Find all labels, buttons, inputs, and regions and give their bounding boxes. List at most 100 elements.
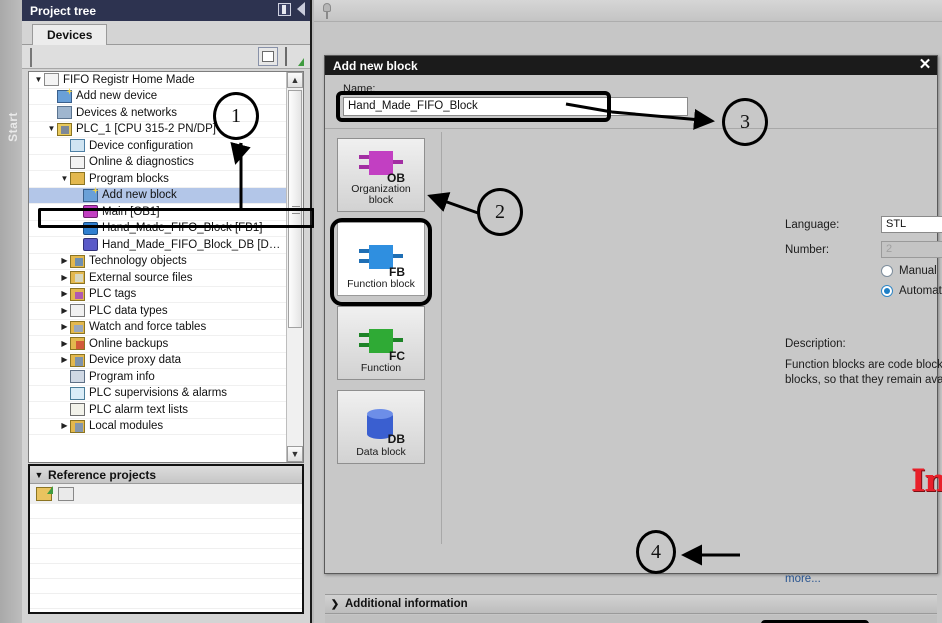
additional-information-bar[interactable]: ❯ Additional information xyxy=(325,594,937,614)
tree-item-plc-tags[interactable]: ▶ PLC tags xyxy=(29,287,286,303)
function-block-icon: FB xyxy=(358,241,405,279)
tree-item-label: PLC tags xyxy=(89,288,137,301)
overview-view-icon[interactable] xyxy=(285,47,304,66)
chevron-right-icon[interactable]: ▶ xyxy=(59,339,70,348)
split-pane-icon[interactable] xyxy=(278,2,291,16)
project-tree-panel: Project tree Devices ▼ FIFO Registr Home … xyxy=(22,0,315,623)
tree-item-device-configuration[interactable]: Device configuration xyxy=(29,138,286,155)
tree-item-label: Program info xyxy=(89,370,155,383)
chevron-right-icon[interactable]: ▶ xyxy=(59,306,70,315)
tree-item-device-proxy-data[interactable]: ▶ Device proxy data xyxy=(29,353,286,369)
chevron-right-icon[interactable]: ▶ xyxy=(59,323,70,331)
tree-item-fifo-registr-home-made[interactable]: ▼ FIFO Registr Home Made xyxy=(29,72,286,89)
plc-icon xyxy=(57,122,72,136)
plc-tags-icon xyxy=(70,287,85,301)
block-type-data-block[interactable]: DB Data block xyxy=(337,390,425,464)
project-tree-scrollbar[interactable]: ▲ ▼ xyxy=(286,72,303,462)
organization-block-icon: OB xyxy=(358,147,405,185)
tree-item-technology-objects[interactable]: ▶ Technology objects xyxy=(29,254,286,270)
tree-item-plc-supervisions-alarms[interactable]: PLC supervisions & alarms xyxy=(29,386,286,402)
tree-item-label: Online backups xyxy=(89,337,169,350)
tree-item-online-diagnostics[interactable]: Online & diagnostics xyxy=(29,155,286,171)
details-view-icon[interactable] xyxy=(258,47,278,66)
block-type-function-block[interactable]: FB Function block xyxy=(337,222,425,296)
device-proxy-icon xyxy=(70,353,85,367)
tree-item-main-ob1[interactable]: Main [OB1] xyxy=(29,204,286,221)
chevron-down-icon[interactable]: ▼ xyxy=(30,470,48,480)
tree-item-label: Add new block xyxy=(102,189,177,202)
project-tree-toolbar xyxy=(22,45,310,69)
tree-item-label: Program blocks xyxy=(89,172,169,185)
dialog-body: Name: Hand_Made_FIFO_Block OB Organizati… xyxy=(325,75,942,623)
start-tab-strip[interactable]: Start xyxy=(0,0,22,623)
open-reference-project-icon[interactable] xyxy=(36,486,53,501)
chevron-right-icon[interactable]: ▶ xyxy=(59,356,70,364)
tree-item-label: PLC alarm text lists xyxy=(89,403,189,416)
tree-item-label: PLC supervisions & alarms xyxy=(89,387,228,400)
undo-icon[interactable] xyxy=(58,487,74,501)
tree-item-watch-and-force-tables[interactable]: ▶ Watch and force tables xyxy=(29,320,286,336)
chevron-right-icon[interactable]: ▶ xyxy=(59,422,70,430)
tree-item-plc-alarm-text-lists[interactable]: PLC alarm text lists xyxy=(29,402,286,419)
description-label: Description: xyxy=(785,338,846,350)
close-icon[interactable]: ✕ xyxy=(917,57,933,73)
project-tree-title: Project tree xyxy=(30,3,97,18)
data-block-icon: DB xyxy=(361,409,405,446)
radio-automatic[interactable]: Automatic xyxy=(881,285,942,297)
tree-item-local-modules[interactable]: ▶ Local modules xyxy=(29,419,286,435)
tree-item-hand-made-fifo-block-db-db1[interactable]: Hand_Made_FIFO_Block_DB [DB1] xyxy=(29,237,286,254)
tree-item-label: Add new device xyxy=(76,90,158,103)
collapse-left-icon[interactable] xyxy=(297,2,305,16)
pin-icon[interactable] xyxy=(320,3,334,19)
tree-item-program-info[interactable]: Program info xyxy=(29,369,286,386)
list-item xyxy=(30,504,302,519)
ob-block-icon xyxy=(83,205,98,219)
dialog-titlebar: Add new block ✕ xyxy=(325,56,937,75)
scrollbar-thumb[interactable] xyxy=(288,90,302,328)
block-type-organization-block[interactable]: OB Organization block xyxy=(337,138,425,212)
tree-item-program-blocks[interactable]: ▼ Program blocks xyxy=(29,171,286,188)
new-overview-icon[interactable] xyxy=(30,48,46,67)
tree-item-online-backups[interactable]: ▶ Online backups xyxy=(29,336,286,353)
language-value: STL xyxy=(886,218,907,230)
more-link[interactable]: more... xyxy=(785,573,821,585)
ob-tag: OB xyxy=(387,171,405,185)
watermark: InstrumentationTools.com xyxy=(911,463,942,499)
number-stepper: 2 ▲▼ xyxy=(881,241,942,258)
chevron-down-icon[interactable]: ▼ xyxy=(33,75,44,84)
tree-item-external-source-files[interactable]: ▶ External source files xyxy=(29,270,286,287)
work-area: Add new block ✕ Name: Hand_Made_FIFO_Blo… xyxy=(314,0,942,623)
block-type-label: Function block xyxy=(347,278,415,290)
chevron-right-icon[interactable]: ❯ xyxy=(325,599,345,610)
chevron-down-icon[interactable]: ▼ xyxy=(59,174,70,183)
reference-projects-header[interactable]: ▼ Reference projects xyxy=(30,466,302,484)
scroll-up-icon[interactable]: ▲ xyxy=(287,72,303,88)
external-source-icon xyxy=(70,271,85,285)
tree-item-plc-data-types[interactable]: ▶ PLC data types xyxy=(29,303,286,320)
chevron-right-icon[interactable]: ▶ xyxy=(59,290,70,298)
tree-item-label: PLC_1 [CPU 315-2 PN/DP] xyxy=(76,123,216,136)
dialog-footer: Add new and open OK Cancel xyxy=(325,615,937,623)
additional-information-label: Additional information xyxy=(345,598,468,610)
chevron-right-icon[interactable]: ▶ xyxy=(59,273,70,282)
radio-automatic-icon[interactable] xyxy=(881,285,893,297)
radio-manual-icon[interactable] xyxy=(881,265,893,277)
language-select[interactable]: STL ▼ xyxy=(881,216,942,233)
number-value: 2 xyxy=(886,243,893,255)
radio-manual[interactable]: Manual xyxy=(881,265,937,277)
devices-networks-icon xyxy=(57,106,72,120)
block-type-function[interactable]: FC Function xyxy=(337,306,425,380)
tree-item-hand-made-fifo-block-fb1[interactable]: Hand_Made_FIFO_Block [FB1] xyxy=(29,221,286,237)
project-tree-titlebar: Project tree xyxy=(22,0,310,21)
chevron-down-icon[interactable]: ▼ xyxy=(46,125,57,133)
add-new-block-dialog: Add new block ✕ Name: Hand_Made_FIFO_Blo… xyxy=(324,55,942,623)
tab-devices[interactable]: Devices xyxy=(32,24,108,45)
project-tree-body: ▼ FIFO Registr Home Made Add new device Dev… xyxy=(28,71,304,463)
radio-automatic-label: Automatic xyxy=(899,285,942,297)
callout-2: 2 xyxy=(477,188,523,236)
tree-item-add-new-block[interactable]: Add new block xyxy=(29,187,286,204)
name-input[interactable]: Hand_Made_FIFO_Block xyxy=(343,97,688,116)
scroll-down-icon[interactable]: ▼ xyxy=(287,446,303,462)
device-config-icon xyxy=(70,139,85,153)
chevron-right-icon[interactable]: ▶ xyxy=(59,257,70,265)
